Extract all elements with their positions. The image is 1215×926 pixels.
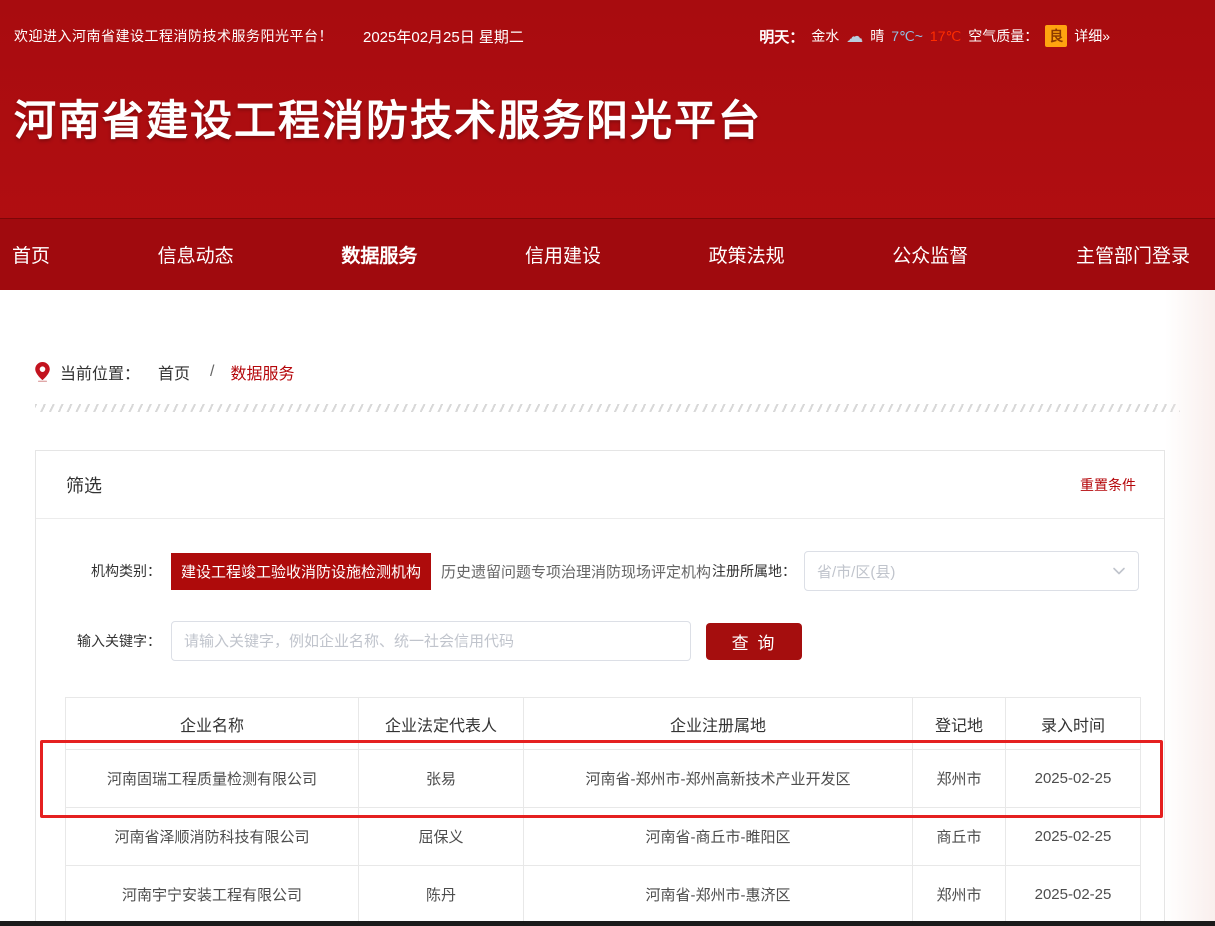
cell-entry-time: 2025-02-25 [1006, 808, 1141, 866]
cell-entry-time: 2025-02-25 [1006, 750, 1141, 808]
nav-item-policy[interactable]: 政策法规 [709, 241, 785, 268]
category-option-active[interactable]: 建设工程竣工验收消防设施检测机构 [171, 553, 431, 590]
category-label: 机构类别： [56, 561, 161, 581]
weather-location: 金水 [811, 26, 839, 46]
column-header-registered-region: 企业注册属地 [524, 698, 913, 750]
column-header-company-name: 企业名称 [66, 698, 359, 750]
keyword-input[interactable] [171, 621, 691, 661]
table-row[interactable]: 河南省泽顺消防科技有限公司 屈保义 河南省-商丘市-睢阳区 商丘市 2025-0… [66, 808, 1141, 866]
filter-panel: 筛选 重置条件 机构类别： 建设工程竣工验收消防设施检测机构 历史遗留问题专项治… [35, 450, 1165, 926]
category-option-inactive[interactable]: 历史遗留问题专项治理消防现场评定机构 [441, 561, 711, 582]
column-header-legal-rep: 企业法定代表人 [359, 698, 524, 750]
breadcrumb-current-link[interactable]: 数据服务 [230, 360, 294, 384]
breadcrumb-separator: / [210, 363, 214, 381]
category-filter-row: 机构类别： 建设工程竣工验收消防设施检测机构 历史遗留问题专项治理消防现场评定机… [36, 551, 1164, 591]
region-select-placeholder: 省/市/区(县) [817, 561, 1112, 582]
filter-title: 筛选 [66, 472, 102, 498]
cell-legal-rep: 张易 [359, 750, 524, 808]
keyword-label: 输入关键字： [56, 631, 161, 651]
site-header: 河南省建设工程消防技术服务阳光平台 [0, 72, 1215, 218]
cell-registered-region: 河南省-郑州市-郑州高新技术产业开发区 [524, 750, 913, 808]
cell-company-name: 河南宇宁安装工程有限公司 [66, 866, 359, 924]
air-quality-badge: 良 [1045, 25, 1067, 47]
reset-filters-link[interactable]: 重置条件 [1080, 475, 1136, 495]
table-row[interactable]: 河南宇宁安装工程有限公司 陈丹 河南省-郑州市-惠济区 郑州市 2025-02-… [66, 866, 1141, 924]
nav-item-supervision[interactable]: 公众监督 [892, 241, 968, 268]
region-filter-group: 注册所属地： 省/市/区(县) [712, 551, 1139, 591]
topbar: 欢迎进入河南省建设工程消防技术服务阳光平台！ 2025年02月25日 星期二 明… [0, 0, 1215, 72]
breadcrumb: 当前位置： 首页 / 数据服务 [35, 360, 1215, 384]
table-header-row: 企业名称 企业法定代表人 企业注册属地 登记地 录入时间 [66, 698, 1141, 750]
nav-item-credit[interactable]: 信用建设 [525, 241, 601, 268]
location-pin-icon [35, 362, 50, 382]
right-edge-tint [1165, 290, 1215, 926]
region-label: 注册所属地： [712, 561, 796, 581]
company-table: 企业名称 企业法定代表人 企业注册属地 登记地 录入时间 河南固瑞工程质量检测有… [65, 697, 1141, 924]
cloud-icon: ☁ [846, 28, 863, 45]
breadcrumb-label: 当前位置： [60, 360, 140, 384]
top-red-zone: 欢迎进入河南省建设工程消防技术服务阳光平台！ 2025年02月25日 星期二 明… [0, 0, 1215, 290]
weather-tomorrow-label: 明天： [759, 26, 804, 47]
weather-widget: 明天： 金水 ☁ 晴 7℃~ 17℃ 空气质量： 良 详细» [759, 25, 1110, 47]
welcome-text: 欢迎进入河南省建设工程消防技术服务阳光平台！ [14, 26, 333, 46]
cell-registered-region: 河南省-商丘市-睢阳区 [524, 808, 913, 866]
chevron-down-icon [1112, 564, 1126, 578]
stripe-divider [35, 404, 1180, 412]
weather-temp-low: 7℃~ [891, 28, 923, 45]
keyword-filter-row: 输入关键字： 查 询 [36, 621, 1164, 661]
nav-item-home[interactable]: 首页 [12, 241, 50, 268]
search-button[interactable]: 查 询 [706, 623, 802, 660]
air-quality-label: 空气质量： [968, 26, 1038, 46]
table-row[interactable]: 河南固瑞工程质量检测有限公司 张易 河南省-郑州市-郑州高新技术产业开发区 郑州… [66, 750, 1141, 808]
cell-registration-place: 商丘市 [913, 808, 1006, 866]
cell-legal-rep: 屈保义 [359, 808, 524, 866]
weather-temp-high: 17℃ [930, 28, 961, 45]
weather-detail-link[interactable]: 详细» [1074, 26, 1110, 46]
filter-panel-header: 筛选 重置条件 [36, 451, 1164, 519]
breadcrumb-home-link[interactable]: 首页 [158, 360, 190, 384]
cell-company-name: 河南省泽顺消防科技有限公司 [66, 808, 359, 866]
cell-legal-rep: 陈丹 [359, 866, 524, 924]
region-select[interactable]: 省/市/区(县) [804, 551, 1139, 591]
cell-company-name: 河南固瑞工程质量检测有限公司 [66, 750, 359, 808]
column-header-registration-place: 登记地 [913, 698, 1006, 750]
cell-registration-place: 郑州市 [913, 750, 1006, 808]
date-text: 2025年02月25日 星期二 [363, 26, 524, 47]
cell-entry-time: 2025-02-25 [1006, 866, 1141, 924]
bottom-bar [0, 921, 1215, 926]
page-title: 河南省建设工程消防技术服务阳光平台 [14, 94, 1215, 149]
cell-registered-region: 河南省-郑州市-惠济区 [524, 866, 913, 924]
nav-item-admin-login[interactable]: 主管部门登录 [1076, 241, 1190, 268]
cell-registration-place: 郑州市 [913, 866, 1006, 924]
nav-item-data-service[interactable]: 数据服务 [341, 241, 417, 268]
nav-item-news[interactable]: 信息动态 [158, 241, 234, 268]
column-header-entry-time: 录入时间 [1006, 698, 1141, 750]
main-nav: 首页 信息动态 数据服务 信用建设 政策法规 公众监督 主管部门登录 [0, 218, 1215, 290]
weather-condition: 晴 [870, 26, 884, 46]
